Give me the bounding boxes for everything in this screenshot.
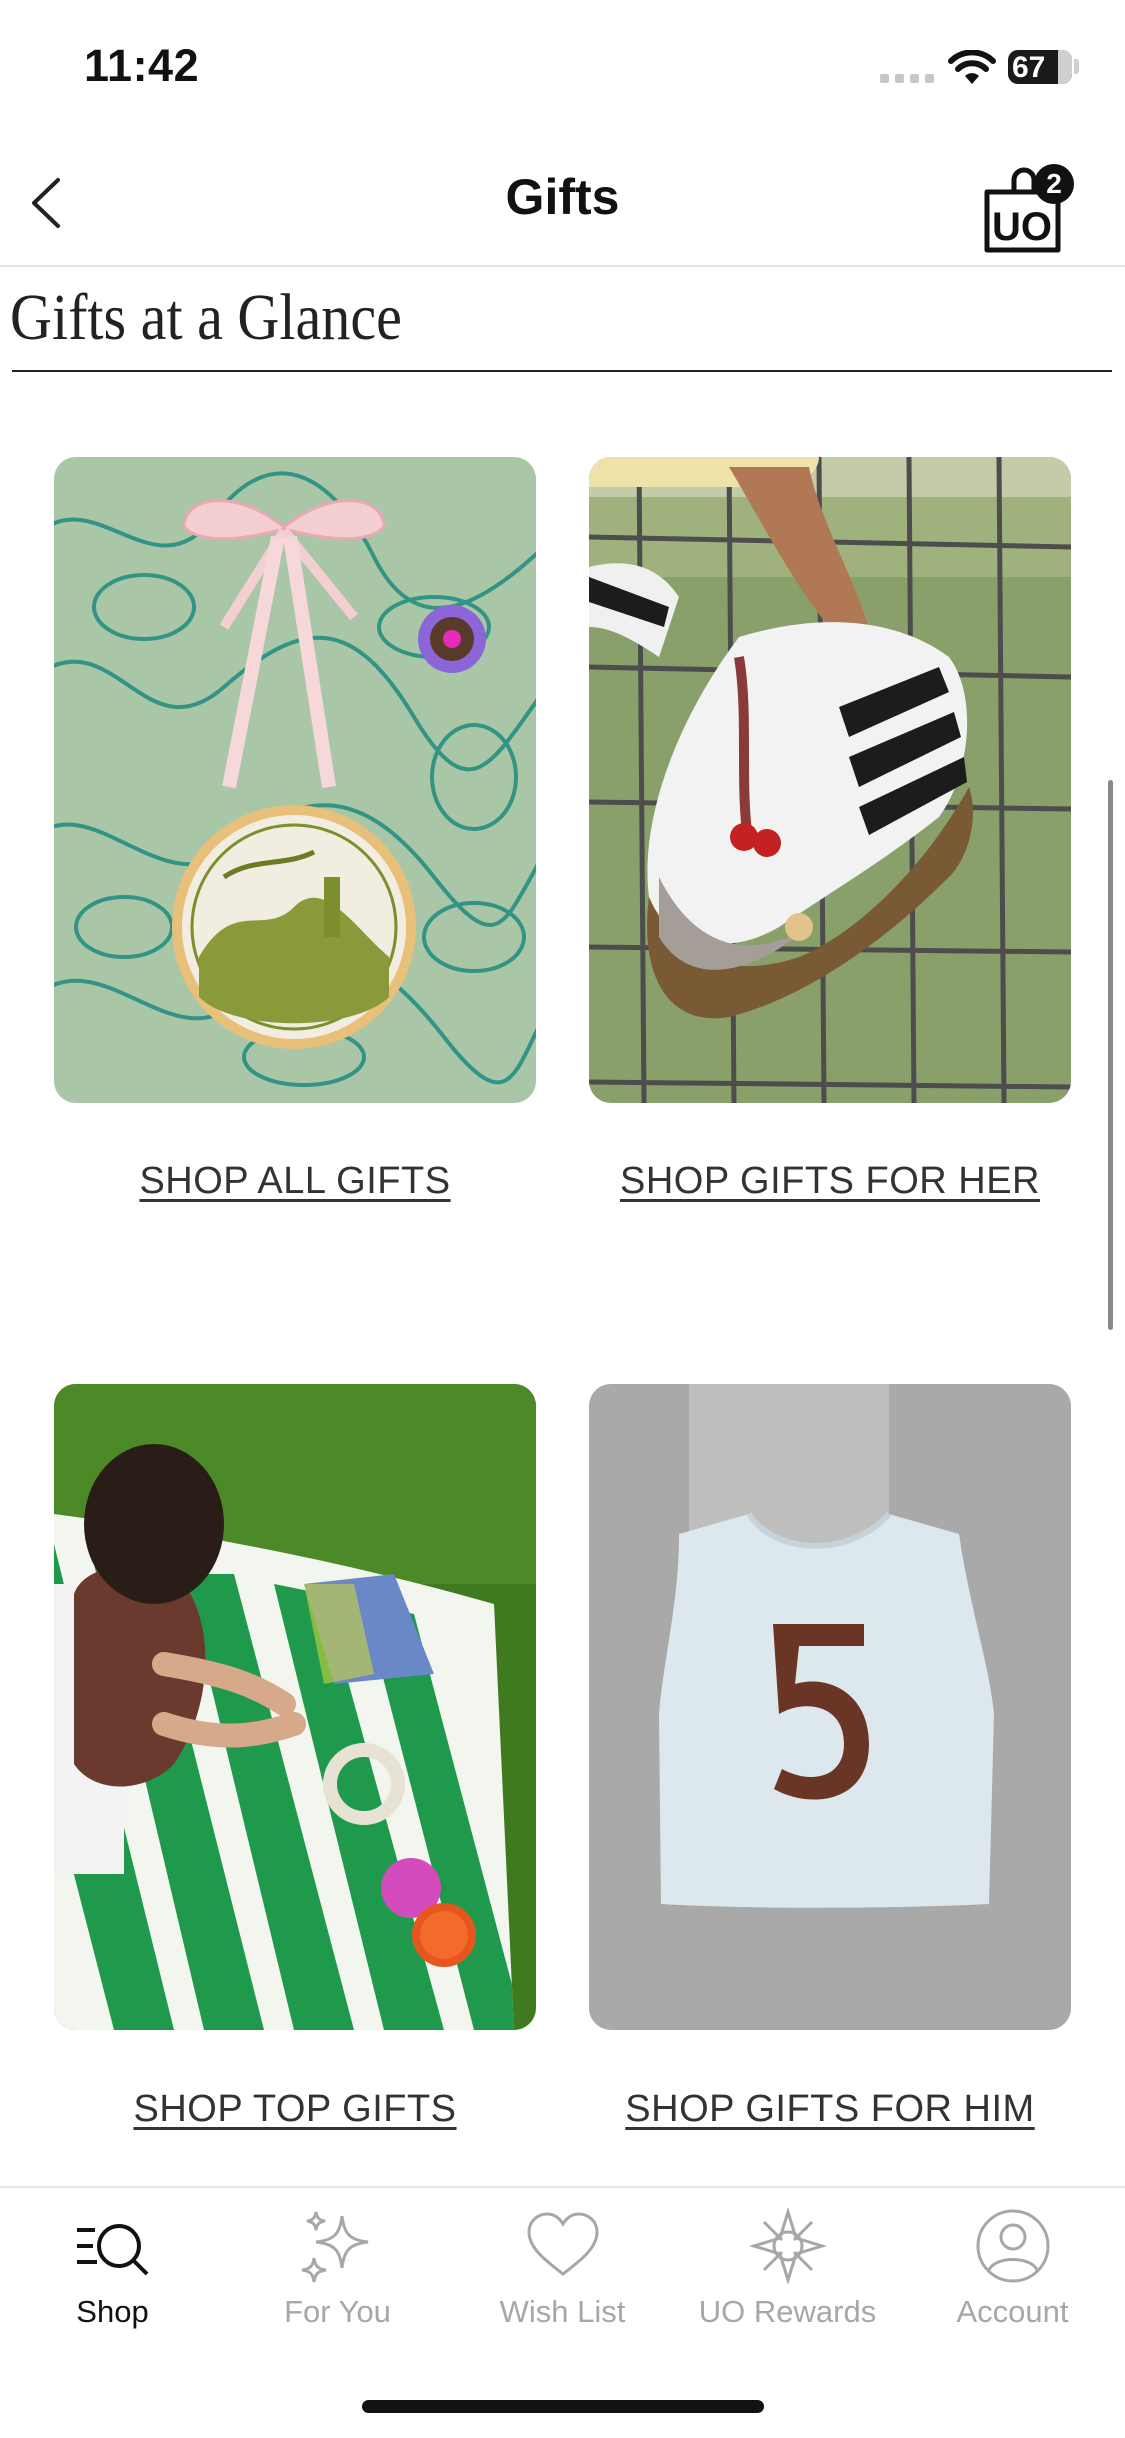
cart-logo: UO (992, 205, 1052, 249)
cart-count-badge: 2 (1034, 164, 1074, 204)
scrollbar[interactable] (1108, 780, 1113, 1330)
shop-top-gifts-link[interactable]: SHOP TOP GIFTS (54, 2088, 536, 2131)
gift-tile-for-him-image[interactable] (589, 1384, 1071, 2030)
tab-label-account: Account (956, 2294, 1069, 2329)
shop-gifts-for-him-link[interactable]: SHOP GIFTS FOR HIM (589, 2088, 1071, 2131)
section-divider (12, 370, 1112, 372)
tab-label-shop: Shop (76, 2294, 149, 2329)
nav-header: Gifts UO 2 (0, 140, 1125, 267)
shop-all-gifts-link[interactable]: SHOP ALL GIFTS (54, 1160, 536, 1203)
shop-gifts-for-her-link[interactable]: SHOP GIFTS FOR HER (589, 1160, 1071, 1203)
tab-for-you[interactable]: For You (225, 2188, 450, 2358)
tab-label-for-you: For You (284, 2294, 391, 2329)
status-bar: 11:42 67 (0, 0, 1125, 140)
gift-tile-all-gifts-image[interactable] (54, 457, 536, 1103)
battery-icon: 67 (1008, 50, 1072, 84)
gift-tile-for-her-image[interactable] (589, 457, 1071, 1103)
home-indicator[interactable] (362, 2400, 764, 2413)
sparkle-icon (301, 2211, 369, 2283)
tab-account[interactable]: Account (900, 2188, 1125, 2358)
tab-uo-rewards[interactable]: UO Rewards (675, 2188, 900, 2358)
page-title: Gifts (505, 169, 620, 225)
tab-label-wish-list: Wish List (499, 2294, 626, 2329)
search-menu-icon (77, 2224, 149, 2276)
rewards-star-icon (750, 2208, 826, 2284)
heart-icon (527, 2212, 599, 2276)
battery-level: 67 (1012, 51, 1046, 84)
person-icon (976, 2209, 1050, 2283)
tab-shop[interactable]: Shop (0, 2188, 225, 2358)
tab-label-uo-rewards: UO Rewards (698, 2294, 877, 2329)
tab-wish-list[interactable]: Wish List (450, 2188, 675, 2358)
section-title: Gifts at a Glance (10, 281, 402, 354)
wifi-icon (948, 50, 996, 84)
gift-tile-top-gifts-image[interactable] (54, 1384, 536, 2030)
cellular-signal-icon (880, 74, 936, 84)
status-time: 11:42 (84, 40, 200, 91)
